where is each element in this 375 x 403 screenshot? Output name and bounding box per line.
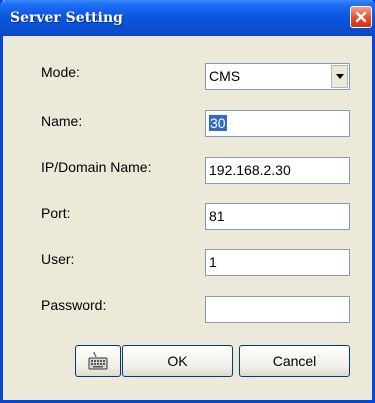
cancel-button[interactable]: Cancel: [239, 345, 350, 377]
cancel-button-label: Cancel: [272, 353, 317, 369]
password-label: Password:: [41, 297, 107, 313]
user-value: 1: [209, 254, 217, 270]
name-value: 30: [209, 115, 227, 131]
ip-domain-input[interactable]: 192.168.2.30: [205, 157, 350, 184]
chevron-down-icon: [335, 74, 344, 79]
name-input[interactable]: 30: [205, 110, 350, 137]
ip-domain-label: IP/Domain Name:: [41, 159, 152, 175]
ok-button[interactable]: OK: [122, 345, 233, 377]
mode-dropdown-button[interactable]: [331, 65, 348, 88]
port-label: Port:: [41, 205, 71, 221]
user-input[interactable]: 1: [205, 249, 350, 276]
mode-value: CMS: [209, 68, 241, 84]
user-label: User:: [41, 251, 75, 267]
dialog-title: Server Setting: [10, 10, 123, 26]
port-input[interactable]: 81: [205, 203, 350, 230]
name-label: Name:: [41, 113, 83, 129]
keyboard-icon: [88, 351, 108, 370]
port-value: 81: [209, 208, 225, 224]
close-button[interactable]: [350, 6, 372, 28]
title-bar[interactable]: Server Setting: [0, 0, 375, 36]
ok-button-label: OK: [167, 353, 188, 369]
server-setting-dialog: Server Setting Mode: CMS Name: 30 IP/Dom…: [0, 0, 375, 403]
mode-label: Mode:: [41, 64, 80, 80]
keyboard-button[interactable]: [75, 345, 121, 377]
ip-domain-value: 192.168.2.30: [209, 162, 291, 178]
mode-select[interactable]: CMS: [205, 63, 350, 90]
password-input[interactable]: [205, 296, 350, 323]
close-x-icon: [355, 11, 367, 23]
